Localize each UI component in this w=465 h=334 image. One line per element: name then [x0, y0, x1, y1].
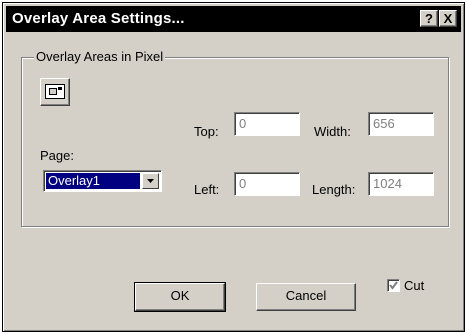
left-label: Left: — [194, 182, 220, 197]
cancel-button[interactable]: Cancel — [256, 283, 356, 311]
length-label: Length: — [312, 182, 356, 197]
page-label: Page: — [40, 148, 74, 163]
group-label: Overlay Areas in Pixel — [34, 49, 166, 64]
help-button[interactable]: ? — [420, 10, 438, 27]
page-select-value: Overlay1 — [46, 173, 140, 189]
width-field[interactable]: 656 — [368, 112, 434, 136]
dialog-title: Overlay Area Settings... — [12, 10, 185, 27]
cut-label: Cut — [404, 278, 425, 293]
left-field[interactable]: 0 — [234, 172, 300, 196]
check-icon — [389, 281, 398, 290]
ok-button[interactable]: OK — [134, 282, 226, 312]
top-label: Top: — [194, 124, 219, 139]
page-select[interactable]: Overlay1 — [43, 170, 162, 192]
width-label: Width: — [314, 124, 351, 139]
top-field[interactable]: 0 — [234, 112, 300, 136]
overlay-areas-group: Overlay Areas in Pixel Page: Overlay1 To… — [21, 49, 449, 227]
chevron-down-icon — [147, 179, 154, 183]
close-button[interactable]: X — [439, 10, 457, 27]
dropdown-button[interactable] — [142, 173, 159, 189]
overlay-area-icon[interactable] — [40, 78, 70, 106]
cut-checkbox[interactable] — [387, 279, 400, 292]
overlay-area-settings-dialog: Overlay Area Settings... ? X Overlay Are… — [2, 2, 465, 332]
length-field[interactable]: 1024 — [368, 172, 434, 196]
title-bar[interactable]: Overlay Area Settings... ? X — [6, 6, 461, 32]
